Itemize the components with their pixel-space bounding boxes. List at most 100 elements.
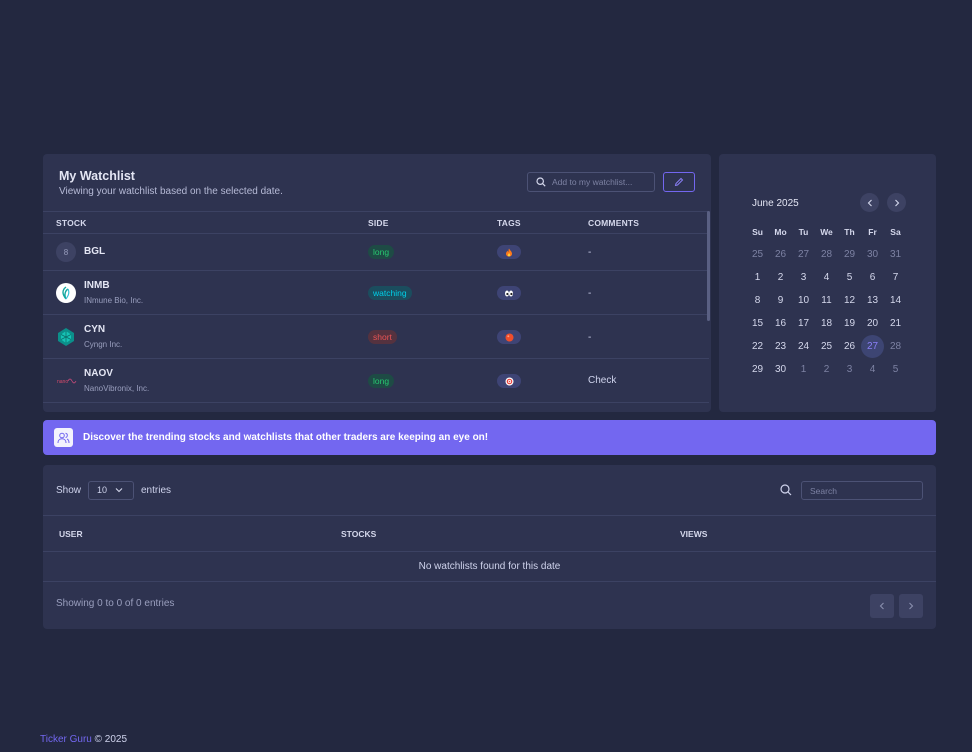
calendar-day[interactable]: 31 (884, 243, 907, 266)
table-row[interactable]: CYN Cyngn Inc. short - (43, 315, 709, 359)
calendar-day[interactable]: 29 (746, 358, 769, 381)
page-size-value: 10 (97, 485, 108, 495)
stock-logo: nano (56, 371, 80, 391)
search-icon (780, 484, 792, 496)
search-icon (536, 177, 546, 187)
calendar-day[interactable]: 4 (861, 358, 884, 381)
col-comments: COMMENTS (588, 218, 640, 228)
calendar-day[interactable]: 10 (792, 289, 815, 312)
calendar-day[interactable]: 8 (746, 289, 769, 312)
calendar-day[interactable]: 28 (884, 335, 907, 358)
stock-logo: 8 (56, 242, 76, 262)
stock-ticker[interactable]: CYN (84, 324, 105, 335)
tag-badge[interactable] (497, 286, 521, 300)
calendar-day[interactable]: 1 (746, 266, 769, 289)
side-badge: short (368, 330, 397, 344)
calendar-card: June 2025 Su Mo Tu We Th Fr Sa 25 26 27 28 29 30 31 1 2… (719, 154, 936, 412)
table-row[interactable]: 8 BGL long - (43, 234, 709, 271)
calendar-day[interactable]: 4 (815, 266, 838, 289)
calendar-day[interactable]: 2 (815, 358, 838, 381)
svg-text:nano: nano (57, 379, 68, 385)
show-label: Show (56, 485, 82, 496)
calendar-day[interactable]: 28 (815, 243, 838, 266)
fire-icon (506, 248, 512, 257)
calendar-day[interactable]: 6 (861, 266, 884, 289)
calendar-day[interactable]: 15 (746, 312, 769, 335)
table-search-input[interactable] (801, 481, 923, 500)
watchlist-scrollbar[interactable] (707, 211, 710, 321)
footer-brand-link[interactable]: Ticker Guru (40, 734, 92, 745)
edit-watchlist-button[interactable] (663, 172, 695, 192)
calendar-day[interactable]: 12 (838, 289, 861, 312)
trending-table-header: USER STOCKS VIEWS (43, 515, 936, 552)
eyes-icon (505, 290, 513, 296)
calendar-day[interactable]: 16 (769, 312, 792, 335)
add-to-watchlist-search[interactable] (527, 172, 655, 192)
tag-badge[interactable] (497, 374, 521, 388)
stock-logo (56, 283, 76, 303)
calendar-prev-button[interactable] (860, 193, 879, 212)
red-circle-icon (505, 333, 513, 341)
calendar-day[interactable]: 7 (884, 266, 907, 289)
col-stock: STOCK (56, 218, 87, 228)
calendar-day[interactable]: 25 (815, 335, 838, 358)
calendar-day[interactable]: 30 (861, 243, 884, 266)
watchlist-subtitle: Viewing your watchlist based on the sele… (59, 186, 283, 197)
company-name: NanoVibronix, Inc. (84, 384, 150, 393)
side-badge: watching (368, 286, 412, 300)
calendar-day[interactable]: 2 (769, 266, 792, 289)
calendar-day[interactable]: 19 (838, 312, 861, 335)
calendar-day[interactable]: 29 (838, 243, 861, 266)
calendar-next-button[interactable] (887, 193, 906, 212)
comment-text: - (588, 288, 592, 299)
chevron-left-icon (867, 199, 872, 206)
col-views[interactable]: VIEWS (680, 529, 707, 539)
calendar-day[interactable]: 17 (792, 312, 815, 335)
calendar-day[interactable]: 14 (884, 289, 907, 312)
calendar-day[interactable]: 27 (792, 243, 815, 266)
add-to-watchlist-input[interactable] (552, 177, 648, 187)
side-badge: long (368, 245, 395, 259)
calendar-day[interactable]: 18 (815, 312, 838, 335)
table-row[interactable]: INMB INmune Bio, Inc. watching - (43, 271, 709, 315)
nanovibronix-logo-icon: nano (57, 378, 77, 385)
calendar-day[interactable]: 3 (792, 266, 815, 289)
previous-page-button[interactable] (870, 594, 894, 618)
col-user[interactable]: USER (59, 529, 83, 539)
calendar-day[interactable]: 22 (746, 335, 769, 358)
calendar-day[interactable]: 13 (861, 289, 884, 312)
stock-ticker[interactable]: INMB (84, 280, 110, 291)
col-stocks[interactable]: STOCKS (341, 529, 376, 539)
calendar-weekday: Tu (798, 226, 809, 237)
calendar-day[interactable]: 26 (838, 335, 861, 358)
calendar-day[interactable]: 24 (792, 335, 815, 358)
tag-badge[interactable] (497, 330, 521, 344)
calendar-day[interactable]: 30 (769, 358, 792, 381)
calendar-day[interactable]: 21 (884, 312, 907, 335)
tag-badge[interactable] (497, 245, 521, 259)
page-size-select[interactable]: 10 (88, 481, 134, 500)
calendar-day[interactable]: 11 (815, 289, 838, 312)
calendar-day[interactable]: 5 (838, 266, 861, 289)
calendar-day[interactable]: 26 (769, 243, 792, 266)
calendar-day[interactable]: 3 (838, 358, 861, 381)
discover-banner[interactable]: Discover the trending stocks and watchli… (43, 420, 936, 455)
stock-ticker[interactable]: NAOV (84, 368, 113, 379)
calendar-weekday: Mo (774, 226, 787, 237)
stock-logo (56, 327, 76, 347)
banner-text: Discover the trending stocks and watchli… (83, 432, 489, 443)
chevron-right-icon (909, 602, 914, 610)
calendar-day[interactable]: 25 (746, 243, 769, 266)
calendar-day[interactable]: 5 (884, 358, 907, 381)
calendar-day[interactable]: 1 (792, 358, 815, 381)
inmune-logo-icon (62, 286, 70, 300)
stock-ticker[interactable]: BGL (84, 246, 105, 257)
footer: Ticker Guru © 2025 (40, 734, 127, 745)
calendar-day[interactable]: 9 (769, 289, 792, 312)
calendar-day[interactable]: 27 (861, 335, 884, 358)
calendar-day[interactable]: 23 (769, 335, 792, 358)
next-page-button[interactable] (899, 594, 923, 618)
calendar-weekday: We (820, 226, 833, 237)
calendar-day[interactable]: 20 (861, 312, 884, 335)
table-row[interactable]: nano NAOV NanoVibronix, Inc. long Check (43, 359, 709, 403)
